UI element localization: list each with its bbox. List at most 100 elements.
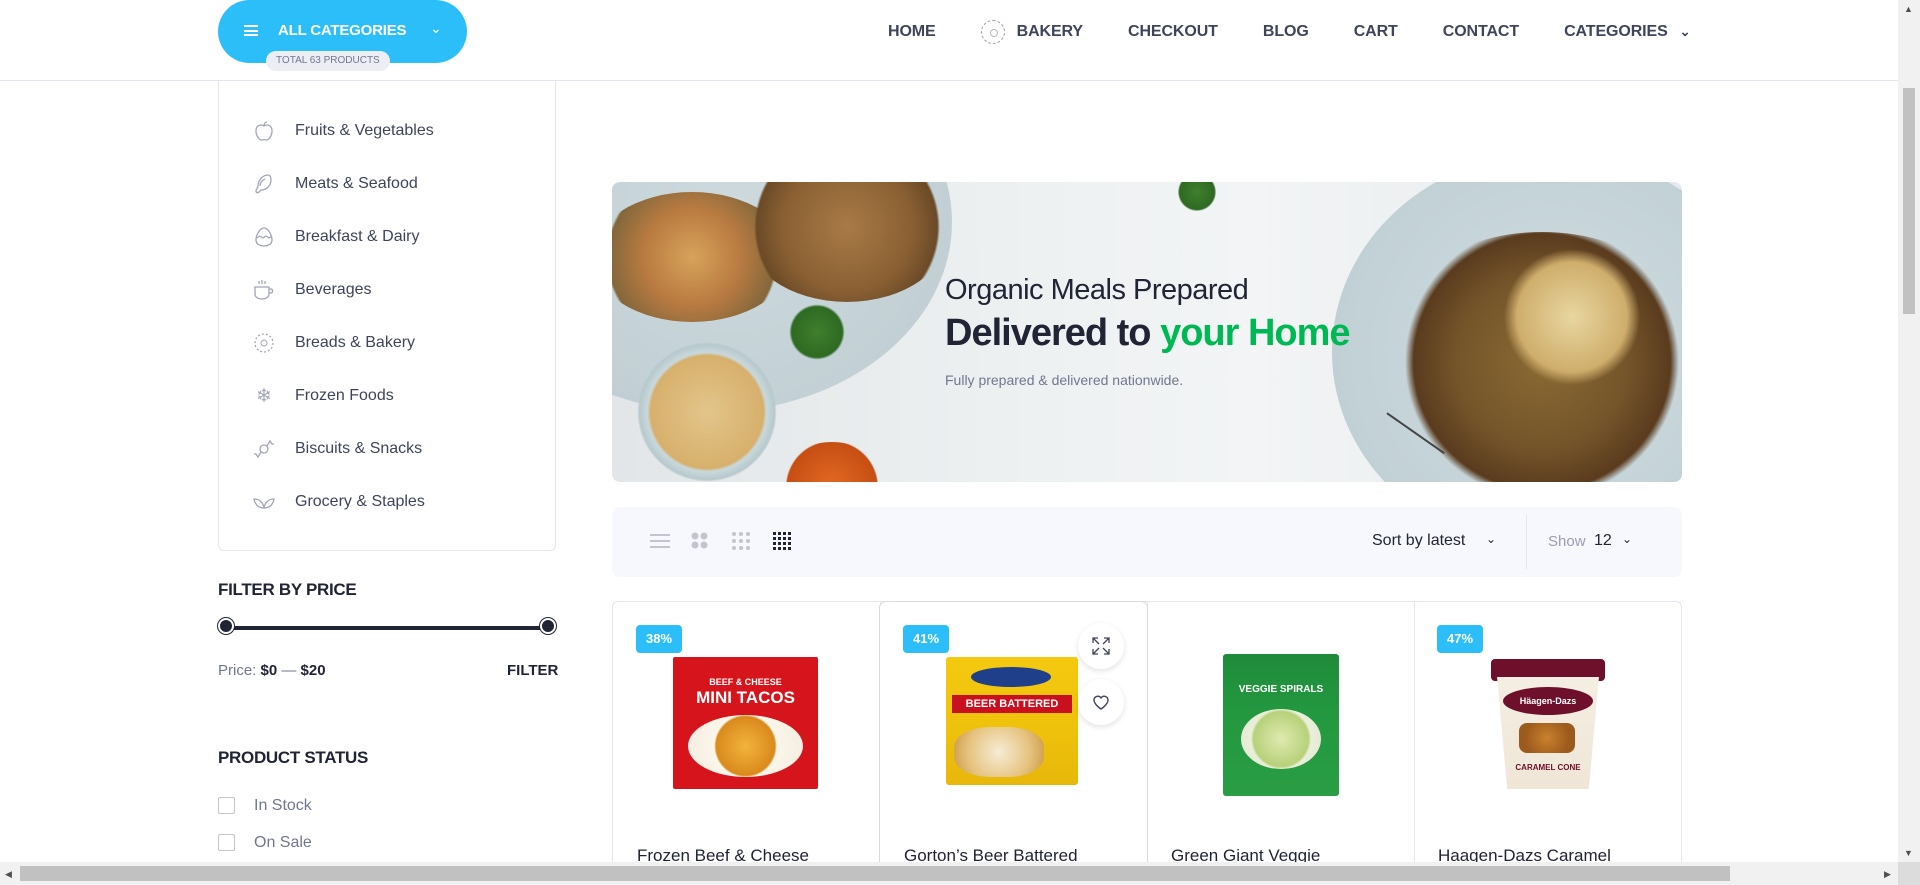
grid-4-icon[interactable] [772,531,792,551]
price-range-slider[interactable] [226,626,548,630]
filter-by-price-heading: FILTER BY PRICE [218,580,357,599]
product-image-text: CARAMEL CONE [1515,763,1581,772]
product-image[interactable]: VEGGIE SPIRALS [1223,654,1339,796]
horizontal-scrollbar-thumb[interactable] [20,866,1730,881]
banner-herb-2 [1172,182,1222,212]
price-separator: — [281,662,297,679]
product-title[interactable]: Frozen Beef & Cheese [637,846,809,862]
wishlist-button[interactable] [1078,679,1124,725]
nav-categories[interactable]: CATEGORIES ⌄ [1564,23,1691,41]
quick-view-button[interactable] [1078,623,1124,669]
category-breakfast-dairy[interactable]: Breakfast & Dairy [251,222,419,252]
scroll-left-arrow-icon[interactable]: ◀ [5,869,12,879]
nav-cart[interactable]: CART [1354,23,1398,41]
product-title[interactable]: Gorton’s Beer Battered [904,846,1078,862]
in-stock-checkbox[interactable] [218,797,235,814]
product-image-text: BEER BATTERED [952,695,1072,713]
chevron-down-icon: ⌄ [1622,532,1633,546]
banner-title-highlight: your Home [1160,312,1350,354]
category-biscuits-snacks[interactable]: Biscuits & Snacks [251,434,422,464]
show-label: Show [1548,533,1586,550]
product-status-heading: PRODUCT STATUS [218,748,369,767]
product-image-plate [688,715,803,777]
nav-bakery-label: BAKERY [1016,23,1083,40]
discount-badge: 41% [903,625,950,653]
banner-food-right-2 [1492,242,1652,392]
filter-button[interactable]: FILTER [507,662,558,679]
price-max-handle[interactable] [540,618,556,634]
in-stock-label: In Stock [254,797,312,814]
vertical-scrollbar-thumb[interactable] [1903,88,1915,314]
product-image-noodles [1241,709,1321,769]
product-card[interactable]: 47% Häagen-Dazs CARAMEL CONE Haagen-Dazs… [1414,602,1681,862]
egg-icon [251,224,277,250]
snowflake-icon: ❄ [256,385,272,407]
product-title[interactable]: Green Giant Veggie [1171,846,1320,862]
scroll-up-arrow-icon[interactable]: ▲ [1904,4,1913,14]
page-viewport: ALL CATEGORIES ⌄ TOTAL 63 PRODUCTS HOME … [0,0,1898,862]
product-image-text: MINI TACOS [696,688,795,707]
banner-title-start: Delivered to [945,312,1161,354]
product-card[interactable]: 41% BEER BATTERED Gorton’s Beer Battered [880,602,1147,862]
price-range-text: Price: $0 — $20 [218,662,326,679]
main-nav: HOME BAKERY CHECKOUT BLOG CART CONTACT C… [888,20,1691,44]
product-image-fish [954,727,1044,777]
banner-subtitle: Organic Meals Prepared [945,274,1249,306]
category-label: Meats & Seafood [295,175,418,192]
price-max-value: $20 [300,662,326,679]
product-image[interactable]: Häagen-Dazs CARAMEL CONE [1489,659,1607,789]
product-image[interactable]: BEER BATTERED [946,657,1078,785]
scroll-right-arrow-icon[interactable]: ▶ [1884,869,1891,879]
price-label: Price: [218,662,257,679]
product-title[interactable]: Haagen-Dazs Caramel [1438,846,1611,862]
category-frozen-foods[interactable]: ❄ Frozen Foods [251,381,394,411]
banner-bowl-orange [772,442,892,482]
category-grocery-staples[interactable]: Grocery & Staples [251,487,425,517]
show-count-select[interactable]: 12 [1594,532,1612,550]
nav-checkout-label: CHECKOUT [1127,23,1218,40]
product-image-caramel [1519,723,1575,753]
on-sale-checkbox[interactable] [218,834,235,851]
chevron-down-icon: ⌄ [1679,24,1691,39]
product-card[interactable]: VEGGIE SPIRALS Green Giant Veggie [1147,602,1414,862]
category-breads-bakery[interactable]: Breads & Bakery [251,328,415,358]
nav-blog-label: BLOG [1262,23,1309,40]
product-grid: 38% BEEF & CHEESE MINI TACOS Frozen Beef… [612,601,1682,862]
category-label: Breakfast & Dairy [295,228,420,245]
total-products-badge: TOTAL 63 PRODUCTS [266,51,390,71]
category-label: Fruits & Vegetables [295,122,434,139]
chevron-down-icon: ⌄ [430,20,442,36]
price-min-value: $0 [260,662,278,679]
category-label: Frozen Foods [295,387,394,404]
category-beverages[interactable]: Beverages [251,275,372,305]
nav-checkout[interactable]: CHECKOUT [1128,23,1218,41]
nav-bakery[interactable]: BAKERY [980,20,1083,44]
nav-contact-label: CONTACT [1442,23,1520,40]
banner-description: Fully prepared & delivered nationwide. [945,372,1184,388]
product-image[interactable]: BEEF & CHEESE MINI TACOS [673,657,818,789]
discount-badge: 38% [636,625,683,653]
list-view-icon[interactable] [650,534,670,554]
banner-title: Delivered to your Home [945,312,1351,355]
price-min-handle[interactable] [218,618,234,634]
category-label: Biscuits & Snacks [295,440,423,457]
all-categories-label: ALL CATEGORIES [278,22,407,39]
banner-bowl [632,342,782,482]
category-list: Fruits & Vegetables Meats & Seafood Brea… [218,81,556,551]
nav-contact[interactable]: CONTACT [1443,23,1519,41]
category-meats-seafood[interactable]: Meats & Seafood [251,169,418,199]
nav-home[interactable]: HOME [888,23,936,41]
nav-cart-label: CART [1353,23,1398,40]
nav-blog[interactable]: BLOG [1263,23,1309,41]
scroll-down-arrow-icon[interactable]: ▼ [1904,848,1913,858]
grid-2-icon[interactable] [690,531,710,551]
chevron-down-icon: ⌄ [1486,532,1497,546]
product-card[interactable]: 38% BEEF & CHEESE MINI TACOS Frozen Beef… [613,602,880,862]
leaf-icon [251,489,277,515]
category-fruits-vegetables[interactable]: Fruits & Vegetables [251,116,434,146]
discount-badge: 47% [1437,625,1484,653]
sort-select[interactable]: Sort by latest [1372,532,1465,550]
grid-3-icon[interactable] [731,531,751,551]
shop-toolbar: Sort by latest ⌄ Show 12 ⌄ [612,507,1682,577]
menu-icon [244,25,258,36]
